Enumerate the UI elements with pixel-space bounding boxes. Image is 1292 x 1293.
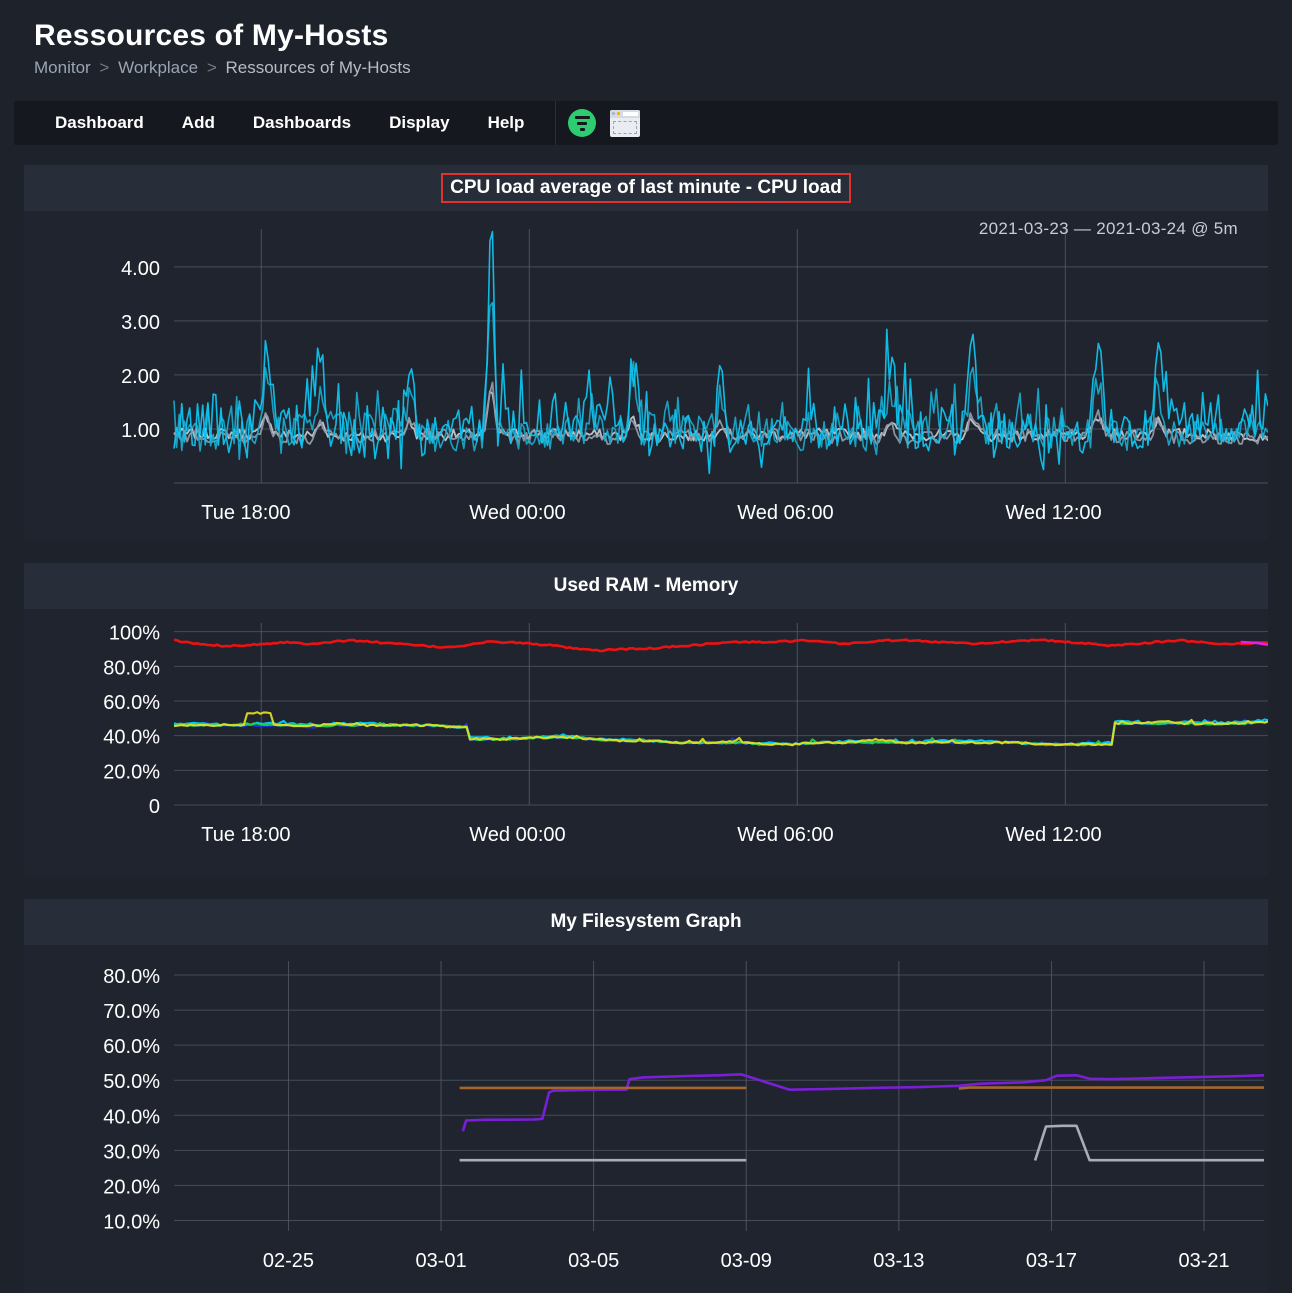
panel-body-cpu-load: 2021-03-23 — 2021-03-24 @ 5m 1.00 2.00 3.0… bbox=[24, 211, 1268, 541]
svg-text:80.0%: 80.0% bbox=[103, 657, 160, 679]
svg-text:1.00: 1.00 bbox=[121, 420, 160, 442]
panel-header-cpu-load: CPU load average of last minute - CPU lo… bbox=[24, 165, 1268, 211]
dashboard-panels: CPU load average of last minute - CPU lo… bbox=[0, 145, 1292, 1293]
svg-text:60.0%: 60.0% bbox=[103, 692, 160, 714]
breadcrumb-item-current: Ressources of My-Hosts bbox=[225, 58, 411, 77]
svg-text:2.00: 2.00 bbox=[121, 366, 160, 388]
svg-text:30.0%: 30.0% bbox=[103, 1141, 160, 1163]
panel-cpu-load: CPU load average of last minute - CPU lo… bbox=[24, 165, 1268, 541]
panel-title-filesystem[interactable]: My Filesystem Graph bbox=[542, 908, 749, 936]
svg-text:0: 0 bbox=[149, 796, 160, 818]
svg-text:03-05: 03-05 bbox=[568, 1250, 619, 1272]
chart-filesystem[interactable]: 10.0% 20.0% 30.0% 40.0% 50.0% 60.0% 70.0% 80.0%… bbox=[24, 945, 1268, 1293]
panel-body-used-ram: 0 20.0% 40.0% 60.0% 80.0% 100% Tue 18:00 Wed 00… bbox=[24, 609, 1268, 877]
svg-text:03-13: 03-13 bbox=[873, 1250, 924, 1272]
svg-text:Tue 18:00: Tue 18:00 bbox=[201, 824, 290, 846]
nav-display[interactable]: Display bbox=[370, 101, 468, 145]
breadcrumb-item-monitor[interactable]: Monitor bbox=[34, 58, 91, 77]
panel-body-filesystem: 10.0% 20.0% 30.0% 40.0% 50.0% 60.0% 70.0% 80.0%… bbox=[24, 945, 1268, 1293]
svg-text:02-25: 02-25 bbox=[263, 1250, 314, 1272]
svg-text:Wed 12:00: Wed 12:00 bbox=[1005, 824, 1101, 846]
navbar-divider bbox=[555, 101, 557, 145]
svg-text:3.00: 3.00 bbox=[121, 312, 160, 334]
svg-text:03-17: 03-17 bbox=[1026, 1250, 1077, 1272]
breadcrumb: Monitor > Workplace > Ressources of My-H… bbox=[34, 55, 1292, 81]
panel-filesystem: My Filesystem Graph 10.0% 20.0% 30.0% 40.0%… bbox=[24, 899, 1268, 1293]
svg-text:4.00: 4.00 bbox=[121, 258, 160, 280]
page-header: Ressources of My-Hosts Monitor > Workpla… bbox=[0, 0, 1292, 87]
breadcrumb-separator: > bbox=[99, 58, 110, 77]
filter-icon[interactable] bbox=[568, 109, 597, 137]
svg-text:60.0%: 60.0% bbox=[103, 1036, 160, 1058]
svg-text:Tue 18:00: Tue 18:00 bbox=[201, 502, 290, 524]
page-title: Ressources of My-Hosts bbox=[34, 19, 389, 52]
breadcrumb-separator: > bbox=[206, 58, 217, 77]
svg-text:Wed 06:00: Wed 06:00 bbox=[737, 502, 833, 524]
svg-text:03-09: 03-09 bbox=[721, 1250, 772, 1272]
panel-header-filesystem: My Filesystem Graph bbox=[24, 899, 1268, 945]
svg-text:Wed 06:00: Wed 06:00 bbox=[737, 824, 833, 846]
svg-text:50.0%: 50.0% bbox=[103, 1071, 160, 1093]
svg-text:20.0%: 20.0% bbox=[103, 1176, 160, 1198]
svg-text:100%: 100% bbox=[109, 623, 160, 645]
panel-title-cpu-load[interactable]: CPU load average of last minute - CPU lo… bbox=[441, 173, 851, 203]
panel-header-used-ram: Used RAM - Memory bbox=[24, 563, 1268, 609]
nav-help[interactable]: Help bbox=[469, 101, 544, 145]
nav-add[interactable]: Add bbox=[163, 101, 234, 145]
svg-text:10.0%: 10.0% bbox=[103, 1211, 160, 1233]
chart-used-ram[interactable]: 0 20.0% 40.0% 60.0% 80.0% 100% Tue 18:00 Wed 00… bbox=[24, 609, 1268, 877]
svg-text:03-21: 03-21 bbox=[1178, 1250, 1229, 1272]
svg-text:20.0%: 20.0% bbox=[103, 761, 160, 783]
breadcrumb-item-workplace[interactable]: Workplace bbox=[118, 58, 198, 77]
dashboard-window-icon[interactable] bbox=[610, 109, 641, 137]
svg-text:Wed 12:00: Wed 12:00 bbox=[1005, 502, 1101, 524]
panel-title-used-ram[interactable]: Used RAM - Memory bbox=[546, 572, 747, 600]
nav-dashboards[interactable]: Dashboards bbox=[234, 101, 370, 145]
svg-text:40.0%: 40.0% bbox=[103, 727, 160, 749]
chart-cpu-load[interactable]: 1.00 2.00 3.00 4.00 Tue 18:00 Wed 00:00 Wed 06… bbox=[24, 211, 1268, 541]
navbar-icon-group bbox=[564, 109, 641, 137]
panel-used-ram: Used RAM - Memory 0 20.0% 40.0% 60.0% 80.0% 1… bbox=[24, 563, 1268, 877]
svg-text:Wed 00:00: Wed 00:00 bbox=[469, 824, 565, 846]
time-range-label: 2021-03-23 — 2021-03-24 @ 5m bbox=[978, 219, 1238, 238]
svg-text:03-01: 03-01 bbox=[415, 1250, 466, 1272]
svg-text:80.0%: 80.0% bbox=[103, 966, 160, 988]
svg-text:40.0%: 40.0% bbox=[103, 1106, 160, 1128]
main-navbar: Dashboard Add Dashboards Display Help bbox=[14, 101, 1278, 145]
svg-text:Wed 00:00: Wed 00:00 bbox=[469, 502, 565, 524]
svg-text:70.0%: 70.0% bbox=[103, 1001, 160, 1023]
nav-dashboard[interactable]: Dashboard bbox=[36, 101, 163, 145]
